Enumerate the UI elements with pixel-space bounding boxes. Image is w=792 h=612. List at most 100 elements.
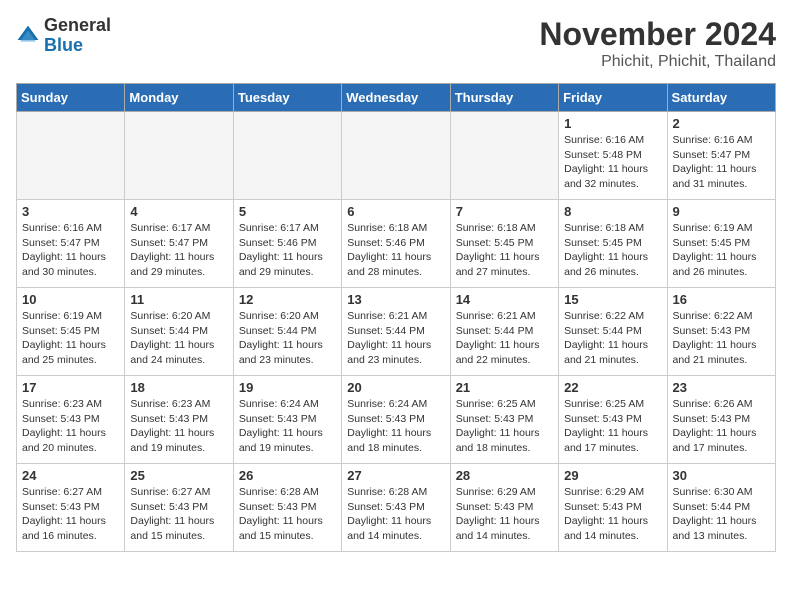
calendar-cell: 27 Sunrise: 6:28 AMSunset: 5:43 PMDayligh… — [342, 464, 450, 552]
day-number: 28 — [456, 468, 553, 483]
day-info: Sunrise: 6:22 AMSunset: 5:44 PMDaylight:… — [564, 309, 661, 368]
day-number: 6 — [347, 204, 444, 219]
calendar-cell — [233, 112, 341, 200]
week-row-2: 3Sunrise: 6:16 AMSunset: 5:47 PMDaylight… — [17, 200, 776, 288]
day-number: 9 — [673, 204, 770, 219]
page-header: General Blue November 2024 Phichit, Phic… — [16, 16, 776, 71]
logo-general-text: General — [44, 16, 111, 36]
day-info: Sunrise: 6:17 AMSunset: 5:46 PMDaylight:… — [239, 221, 336, 280]
calendar-cell: 24Sunrise: 6:27 AMSunset: 5:43 PMDayligh… — [17, 464, 125, 552]
day-info: Sunrise: 6:21 AMSunset: 5:44 PMDaylight:… — [456, 309, 553, 368]
day-number: 15 — [564, 292, 661, 307]
calendar-cell: 11Sunrise: 6:20 AMSunset: 5:44 PMDayligh… — [125, 288, 233, 376]
day-info: Sunrise: 6:25 AMSunset: 5:43 PMDaylight:… — [564, 397, 661, 456]
day-info: Sunrise: 6:28 AMSunset: 5:43 PMDaylight:… — [239, 485, 336, 544]
day-number: 13 — [347, 292, 444, 307]
day-number: 26 — [239, 468, 336, 483]
col-thursday: Thursday — [450, 84, 558, 112]
calendar-cell: 19 Sunrise: 6:24 AMSunset: 5:43 PMDayligh… — [233, 376, 341, 464]
col-wednesday: Wednesday — [342, 84, 450, 112]
calendar-cell — [125, 112, 233, 200]
calendar-cell: 29Sunrise: 6:29 AMSunset: 5:43 PMDayligh… — [559, 464, 667, 552]
col-tuesday: Tuesday — [233, 84, 341, 112]
calendar-cell — [342, 112, 450, 200]
calendar-cell: 7Sunrise: 6:18 AMSunset: 5:45 PMDaylight… — [450, 200, 558, 288]
calendar-cell: 22 Sunrise: 6:25 AMSunset: 5:43 PMDayligh… — [559, 376, 667, 464]
day-number: 21 — [456, 380, 553, 395]
calendar-cell: 3Sunrise: 6:16 AMSunset: 5:47 PMDaylight… — [17, 200, 125, 288]
calendar-cell: 1 Sunrise: 6:16 AMSunset: 5:48 PMDaylight… — [559, 112, 667, 200]
calendar-cell: 14 Sunrise: 6:21 AMSunset: 5:44 PMDayligh… — [450, 288, 558, 376]
day-info: Sunrise: 6:28 AMSunset: 5:43 PMDaylight:… — [347, 485, 444, 544]
day-number: 25 — [130, 468, 227, 483]
day-number: 29 — [564, 468, 661, 483]
day-number: 8 — [564, 204, 661, 219]
calendar-cell: 9 Sunrise: 6:19 AMSunset: 5:45 PMDaylight… — [667, 200, 775, 288]
calendar-cell: 10Sunrise: 6:19 AMSunset: 5:45 PMDayligh… — [17, 288, 125, 376]
calendar-cell: 16 Sunrise: 6:22 AMSunset: 5:43 PMDayligh… — [667, 288, 775, 376]
day-number: 2 — [673, 116, 770, 131]
calendar-cell: 18 Sunrise: 6:23 AMSunset: 5:43 PMDayligh… — [125, 376, 233, 464]
day-info: Sunrise: 6:27 AMSunset: 5:43 PMDaylight:… — [22, 485, 119, 544]
day-number: 27 — [347, 468, 444, 483]
day-info: Sunrise: 6:30 AMSunset: 5:44 PMDaylight:… — [673, 485, 770, 544]
calendar-cell: 25 Sunrise: 6:27 AMSunset: 5:43 PMDayligh… — [125, 464, 233, 552]
day-info: Sunrise: 6:16 AMSunset: 5:47 PMDaylight:… — [673, 133, 770, 192]
calendar-cell: 17 Sunrise: 6:23 AMSunset: 5:43 PMDayligh… — [17, 376, 125, 464]
day-number: 5 — [239, 204, 336, 219]
calendar-cell — [450, 112, 558, 200]
day-info: Sunrise: 6:26 AMSunset: 5:43 PMDaylight:… — [673, 397, 770, 456]
day-number: 12 — [239, 292, 336, 307]
col-friday: Friday — [559, 84, 667, 112]
week-row-5: 24Sunrise: 6:27 AMSunset: 5:43 PMDayligh… — [17, 464, 776, 552]
title-block: November 2024 Phichit, Phichit, Thailand — [539, 16, 776, 71]
day-info: Sunrise: 6:20 AMSunset: 5:44 PMDaylight:… — [239, 309, 336, 368]
logo-icon — [16, 24, 40, 48]
calendar-cell: 21 Sunrise: 6:25 AMSunset: 5:43 PMDayligh… — [450, 376, 558, 464]
day-number: 20 — [347, 380, 444, 395]
day-number: 17 — [22, 380, 119, 395]
calendar-cell: 4 Sunrise: 6:17 AMSunset: 5:47 PMDaylight… — [125, 200, 233, 288]
calendar-cell: 30 Sunrise: 6:30 AMSunset: 5:44 PMDayligh… — [667, 464, 775, 552]
col-monday: Monday — [125, 84, 233, 112]
day-number: 30 — [673, 468, 770, 483]
calendar-cell: 6 Sunrise: 6:18 AMSunset: 5:46 PMDaylight… — [342, 200, 450, 288]
calendar-cell: 28Sunrise: 6:29 AMSunset: 5:43 PMDayligh… — [450, 464, 558, 552]
day-info: Sunrise: 6:16 AMSunset: 5:48 PMDaylight:… — [564, 133, 661, 192]
day-info: Sunrise: 6:27 AMSunset: 5:43 PMDaylight:… — [130, 485, 227, 544]
calendar-cell: 13 Sunrise: 6:21 AMSunset: 5:44 PMDayligh… — [342, 288, 450, 376]
calendar-cell — [17, 112, 125, 200]
calendar-cell: 26 Sunrise: 6:28 AMSunset: 5:43 PMDayligh… — [233, 464, 341, 552]
day-number: 1 — [564, 116, 661, 131]
logo-blue-text: Blue — [44, 36, 111, 56]
week-row-4: 17 Sunrise: 6:23 AMSunset: 5:43 PMDayligh… — [17, 376, 776, 464]
day-info: Sunrise: 6:25 AMSunset: 5:43 PMDaylight:… — [456, 397, 553, 456]
day-info: Sunrise: 6:17 AMSunset: 5:47 PMDaylight:… — [130, 221, 227, 280]
day-number: 10 — [22, 292, 119, 307]
col-sunday: Sunday — [17, 84, 125, 112]
location-text: Phichit, Phichit, Thailand — [539, 53, 776, 71]
week-row-1: 1 Sunrise: 6:16 AMSunset: 5:48 PMDaylight… — [17, 112, 776, 200]
day-number: 4 — [130, 204, 227, 219]
day-info: Sunrise: 6:21 AMSunset: 5:44 PMDaylight:… — [347, 309, 444, 368]
week-row-3: 10Sunrise: 6:19 AMSunset: 5:45 PMDayligh… — [17, 288, 776, 376]
day-info: Sunrise: 6:24 AMSunset: 5:43 PMDaylight:… — [239, 397, 336, 456]
day-number: 18 — [130, 380, 227, 395]
day-number: 16 — [673, 292, 770, 307]
day-info: Sunrise: 6:19 AMSunset: 5:45 PMDaylight:… — [673, 221, 770, 280]
day-info: Sunrise: 6:23 AMSunset: 5:43 PMDaylight:… — [22, 397, 119, 456]
day-info: Sunrise: 6:20 AMSunset: 5:44 PMDaylight:… — [130, 309, 227, 368]
day-info: Sunrise: 6:16 AMSunset: 5:47 PMDaylight:… — [22, 221, 119, 280]
day-info: Sunrise: 6:22 AMSunset: 5:43 PMDaylight:… — [673, 309, 770, 368]
day-info: Sunrise: 6:23 AMSunset: 5:43 PMDaylight:… — [130, 397, 227, 456]
day-number: 23 — [673, 380, 770, 395]
day-info: Sunrise: 6:18 AMSunset: 5:46 PMDaylight:… — [347, 221, 444, 280]
day-number: 22 — [564, 380, 661, 395]
calendar-header-row: Sunday Monday Tuesday Wednesday Thursday… — [17, 84, 776, 112]
day-number: 19 — [239, 380, 336, 395]
calendar-cell: 8Sunrise: 6:18 AMSunset: 5:45 PMDaylight… — [559, 200, 667, 288]
logo: General Blue — [16, 16, 111, 56]
col-saturday: Saturday — [667, 84, 775, 112]
calendar-cell: 20Sunrise: 6:24 AMSunset: 5:43 PMDayligh… — [342, 376, 450, 464]
day-number: 14 — [456, 292, 553, 307]
